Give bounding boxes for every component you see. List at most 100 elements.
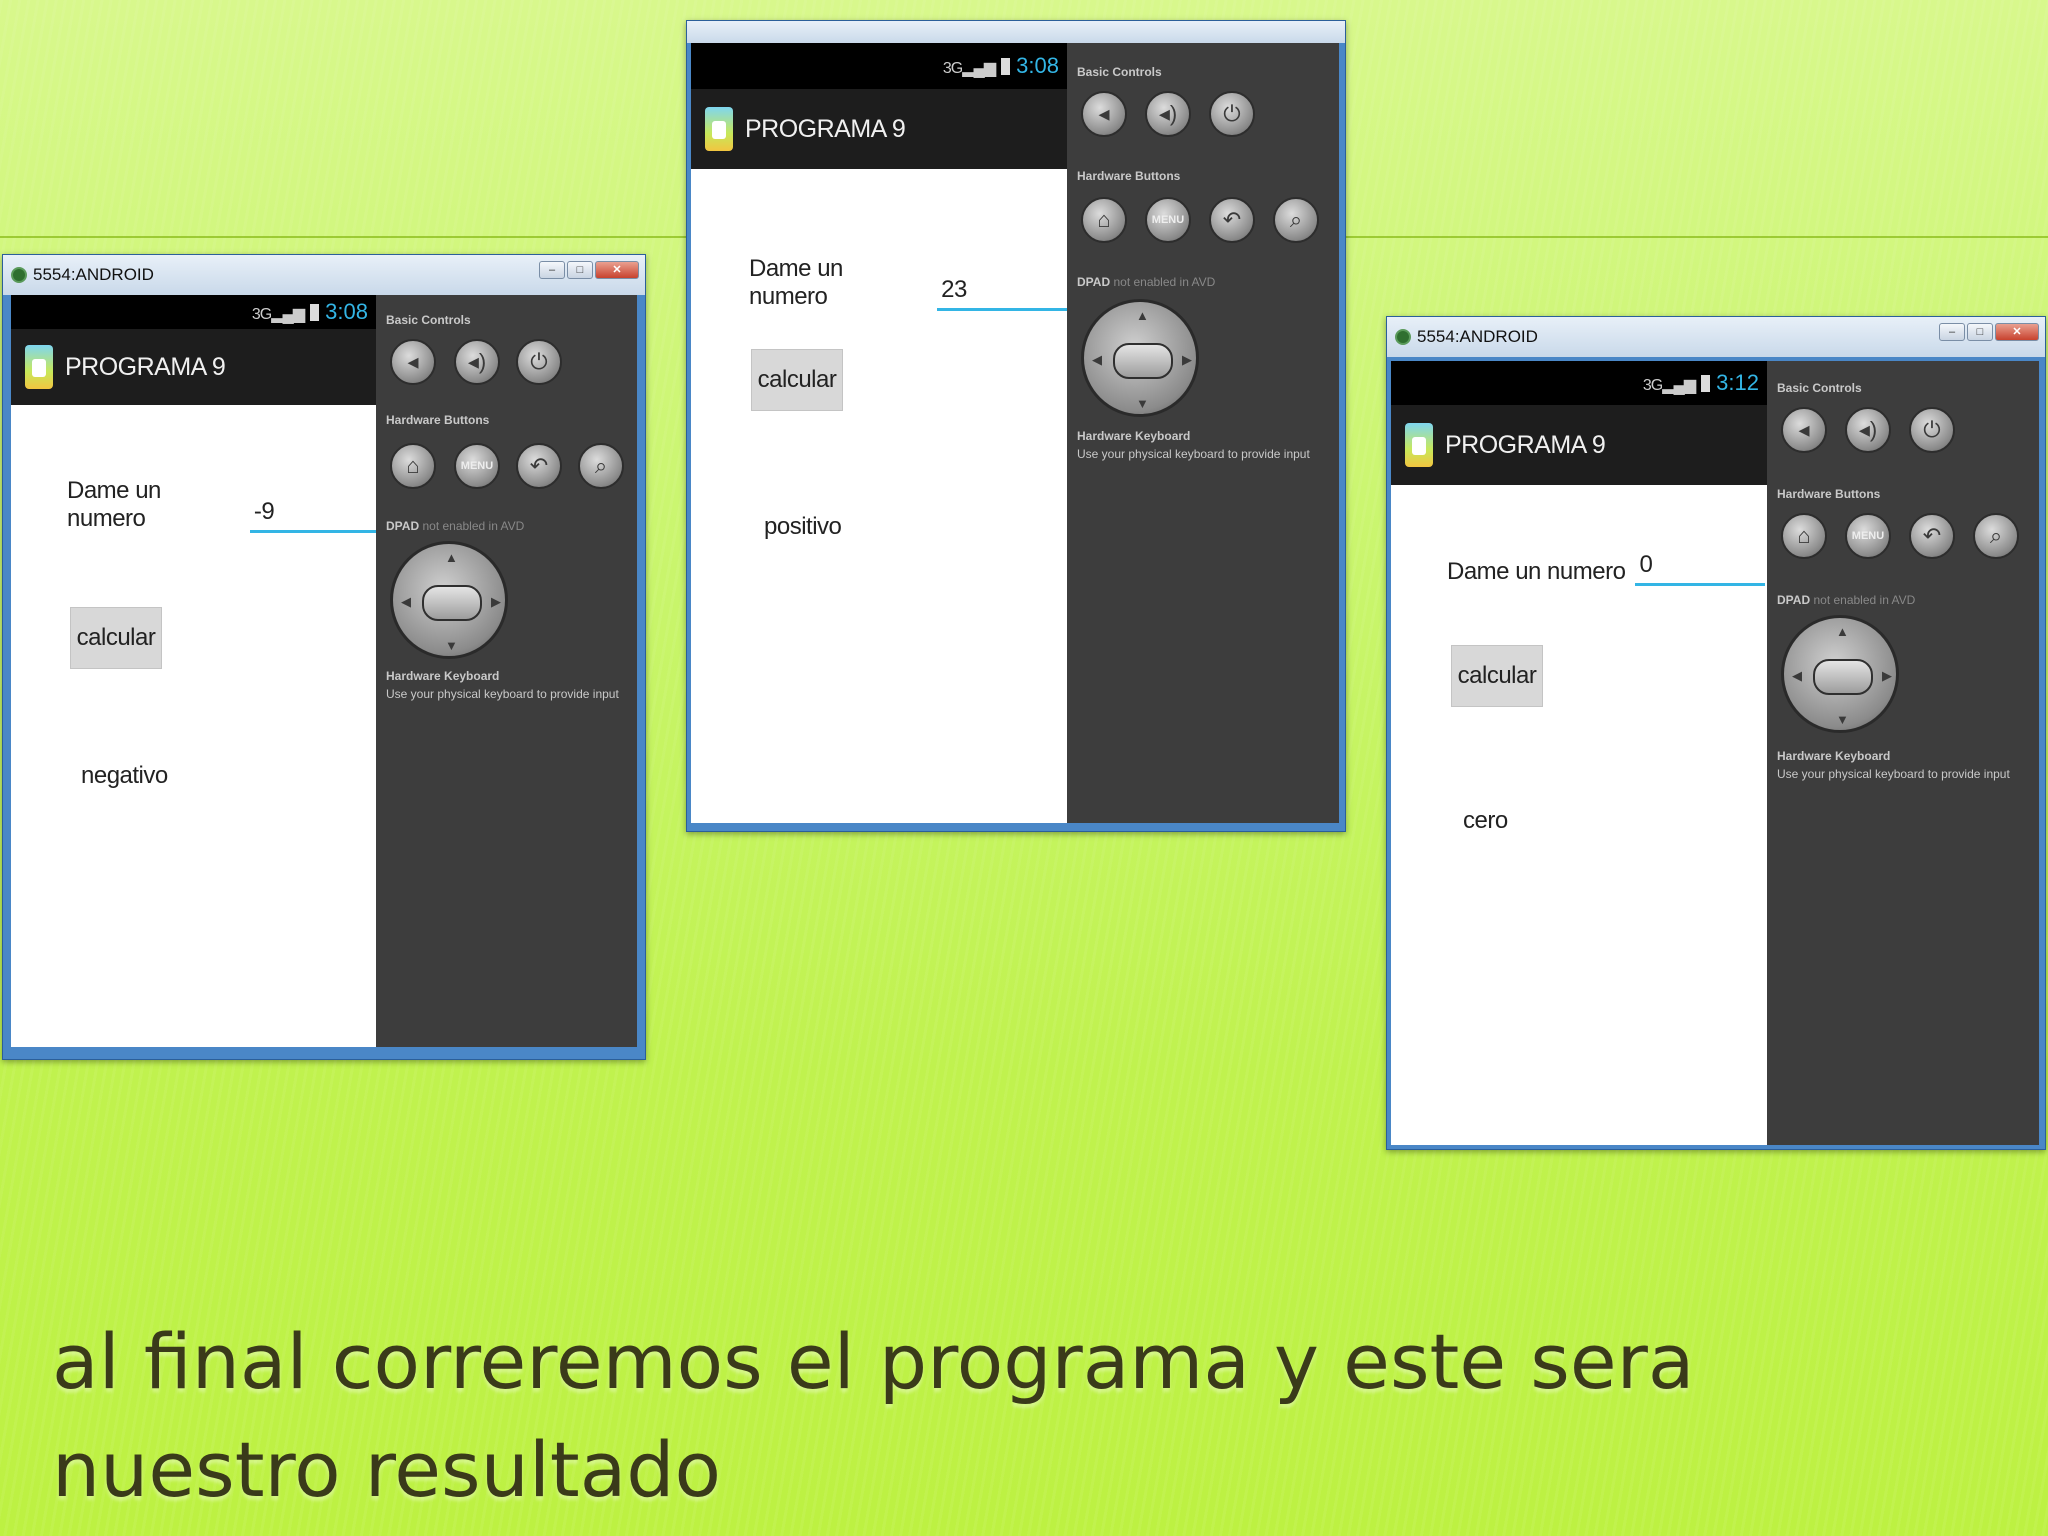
- emulator-window-middle: 3G▂▄▆ 3:08 PROGRAMA 9 Dame un numero 23 c…: [686, 20, 1346, 832]
- emulator-window-right: 5554:ANDROID – □ ✕ 3G▂▄▆ 3:12 PROGRAMA 9 …: [1386, 316, 2046, 1150]
- search-icon[interactable]: ⌕: [1273, 197, 1319, 243]
- action-bar: PROGRAMA 9: [691, 89, 1067, 169]
- window-titlebar[interactable]: 5554:ANDROID – □ ✕: [3, 255, 645, 295]
- battery-icon: [1001, 58, 1011, 75]
- menu-icon[interactable]: MENU: [1845, 513, 1891, 559]
- menu-icon[interactable]: MENU: [454, 443, 500, 489]
- power-icon[interactable]: ⏻: [516, 339, 562, 385]
- window-controls: – □ ✕: [1939, 323, 2039, 341]
- result-text: positivo: [764, 513, 842, 540]
- status-bar: 3G▂▄▆ 3:12: [1391, 361, 1767, 405]
- dpad-center-button[interactable]: [1113, 343, 1173, 379]
- hardware-keyboard-info: Hardware Keyboard Use your physical keybo…: [1777, 749, 2010, 781]
- hardware-buttons-label: Hardware Buttons: [1077, 169, 1181, 183]
- input-row: Dame un numero -9: [67, 477, 376, 533]
- status-bar: 3G▂▄▆ 3:08: [691, 43, 1067, 89]
- number-input[interactable]: 0: [1635, 551, 1766, 586]
- search-icon[interactable]: ⌕: [1973, 513, 2019, 559]
- window-title: 5554:ANDROID: [1417, 327, 1538, 346]
- dpad-label: DPAD not enabled in AVD: [386, 519, 525, 533]
- app-title: PROGRAMA 9: [1445, 430, 1606, 459]
- emulator-body: 3G▂▄▆ 3:08 PROGRAMA 9 Dame un numero 23 c…: [691, 43, 1339, 823]
- calcular-button[interactable]: calcular: [70, 607, 162, 669]
- window-controls: – □ ✕: [539, 261, 639, 279]
- search-icon[interactable]: ⌕: [578, 443, 624, 489]
- dpad-center-button[interactable]: [1813, 659, 1873, 695]
- app-launcher-icon: [1405, 423, 1433, 467]
- power-icon[interactable]: ⏻: [1209, 91, 1255, 137]
- battery-icon: [310, 304, 320, 321]
- input-row: Dame un numero 23: [749, 255, 1067, 311]
- back-icon[interactable]: ↶: [1909, 513, 1955, 559]
- basic-controls-label: Basic Controls: [386, 313, 471, 327]
- hardware-buttons-label: Hardware Buttons: [386, 413, 490, 427]
- emulator-controls-panel: Basic Controls ◂ ◂) ⏻ Hardware Buttons ⌂…: [1767, 361, 2039, 1145]
- hardware-keyboard-info: Hardware Keyboard Use your physical keybo…: [386, 669, 619, 701]
- maximize-button[interactable]: □: [1967, 323, 1993, 341]
- emulator-window-left: 5554:ANDROID – □ ✕ 3G▂▄▆ 3:08 PROGRAMA 9 …: [2, 254, 646, 1060]
- app-title: PROGRAMA 9: [65, 352, 226, 381]
- number-input[interactable]: -9: [249, 498, 376, 533]
- back-icon[interactable]: ↶: [1209, 197, 1255, 243]
- result-text: negativo: [81, 762, 168, 789]
- volume-down-icon[interactable]: ◂: [1781, 407, 1827, 453]
- app-title: PROGRAMA 9: [745, 114, 906, 143]
- volume-up-icon[interactable]: ◂): [454, 339, 500, 385]
- status-time: 3:08: [325, 299, 368, 324]
- dpad-control[interactable]: ▲ ▼ ◀ ▶: [390, 541, 508, 659]
- emulator-controls-panel: Basic Controls ◂ ◂) ⏻ Hardware Buttons ⌂…: [376, 295, 637, 1047]
- prompt-label: Dame un numero: [67, 477, 161, 532]
- home-icon[interactable]: ⌂: [390, 443, 436, 489]
- slide-caption: al final correremos el programa y este s…: [52, 1317, 1695, 1514]
- dpad-label: DPAD not enabled in AVD: [1077, 275, 1216, 289]
- signal-icon: 3G▂▄▆: [1642, 377, 1696, 394]
- emulator-controls-panel: Basic Controls ◂ ◂) ⏻ Hardware Buttons ⌂…: [1067, 43, 1339, 823]
- calcular-button[interactable]: calcular: [1451, 645, 1543, 707]
- calcular-button[interactable]: calcular: [751, 349, 843, 411]
- close-button[interactable]: ✕: [595, 261, 639, 279]
- dpad-control[interactable]: ▲ ▼ ◀ ▶: [1081, 299, 1199, 417]
- dpad-center-button[interactable]: [422, 585, 482, 621]
- power-icon[interactable]: ⏻: [1909, 407, 1955, 453]
- status-time: 3:12: [1716, 370, 1759, 395]
- number-input[interactable]: 23: [937, 276, 1067, 311]
- result-text: cero: [1463, 807, 1508, 834]
- hardware-buttons-label: Hardware Buttons: [1777, 487, 1881, 501]
- minimize-button[interactable]: –: [1939, 323, 1965, 341]
- action-bar: PROGRAMA 9: [1391, 405, 1767, 485]
- emulator-app-icon: [11, 267, 27, 283]
- app-launcher-icon: [25, 345, 53, 389]
- app-launcher-icon: [705, 107, 733, 151]
- status-time: 3:08: [1016, 53, 1059, 78]
- emulator-body: 3G▂▄▆ 3:08 PROGRAMA 9 Dame un numero -9 c…: [11, 295, 637, 1047]
- hardware-keyboard-info: Hardware Keyboard Use your physical keybo…: [1077, 429, 1310, 461]
- window-titlebar[interactable]: 5554:ANDROID – □ ✕: [1387, 317, 2045, 357]
- volume-down-icon[interactable]: ◂: [1081, 91, 1127, 137]
- prompt-label: Dame un numero: [749, 255, 843, 310]
- emulator-app-icon: [1395, 329, 1411, 345]
- phone-screen: 3G▂▄▆ 3:08 PROGRAMA 9 Dame un numero 23 c…: [691, 43, 1067, 823]
- phone-screen: 3G▂▄▆ 3:12 PROGRAMA 9 Dame un numero 0 ca…: [1391, 361, 1767, 1145]
- signal-icon: 3G▂▄▆: [942, 60, 996, 77]
- basic-controls-label: Basic Controls: [1777, 381, 1862, 395]
- window-titlebar[interactable]: [687, 21, 1345, 43]
- dpad-control[interactable]: ▲ ▼ ◀ ▶: [1781, 615, 1899, 733]
- home-icon[interactable]: ⌂: [1781, 513, 1827, 559]
- menu-icon[interactable]: MENU: [1145, 197, 1191, 243]
- home-icon[interactable]: ⌂: [1081, 197, 1127, 243]
- volume-up-icon[interactable]: ◂): [1845, 407, 1891, 453]
- back-icon[interactable]: ↶: [516, 443, 562, 489]
- signal-icon: 3G▂▄▆: [251, 306, 305, 323]
- prompt-label: Dame un numero: [1447, 558, 1626, 585]
- volume-up-icon[interactable]: ◂): [1145, 91, 1191, 137]
- volume-down-icon[interactable]: ◂: [390, 339, 436, 385]
- close-button[interactable]: ✕: [1995, 323, 2039, 341]
- emulator-body: 3G▂▄▆ 3:12 PROGRAMA 9 Dame un numero 0 ca…: [1391, 361, 2039, 1145]
- basic-controls-label: Basic Controls: [1077, 65, 1162, 79]
- maximize-button[interactable]: □: [567, 261, 593, 279]
- input-row: Dame un numero 0: [1447, 551, 1766, 586]
- status-bar: 3G▂▄▆ 3:08: [11, 295, 376, 329]
- battery-icon: [1701, 375, 1711, 392]
- minimize-button[interactable]: –: [539, 261, 565, 279]
- dpad-label: DPAD not enabled in AVD: [1777, 593, 1916, 607]
